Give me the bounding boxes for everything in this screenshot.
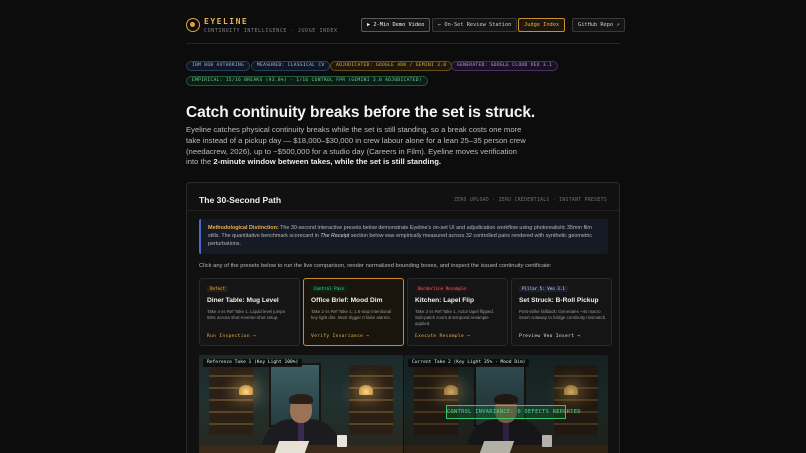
bookshelf bbox=[554, 365, 598, 435]
mug bbox=[542, 435, 552, 447]
bookshelf bbox=[349, 365, 393, 435]
card-title: Office Brief: Mood Dim bbox=[311, 297, 383, 304]
card-title: Set Struck: B-Roll Pickup bbox=[519, 297, 599, 304]
execute-resample-button[interactable]: Execute Resample → bbox=[415, 334, 470, 339]
desk-lamp bbox=[359, 385, 373, 395]
preset-card-diner[interactable]: Defect Diner Table: Mug Level Take 4 vs … bbox=[199, 278, 300, 346]
card-description: Take 4 vs Ref Take 1. Liquid level jumps… bbox=[207, 309, 286, 320]
card-tag-borderline: Borderline Resample bbox=[415, 286, 469, 292]
panel-meta: ZERO UPLOAD · ZERO CREDENTIALS · INSTANT… bbox=[453, 198, 607, 203]
badge-adjudicated: ADJUDICATED: GOOGLE ADK / GEMINI 3.0 bbox=[330, 61, 453, 71]
actor-tie bbox=[298, 421, 304, 443]
bookshelf bbox=[209, 365, 253, 435]
preset-card-kitchen[interactable]: Borderline Resample Kitchen: Lapel Flip … bbox=[407, 278, 508, 346]
reference-take-viewer: Reference Take 1 (Key Light 100%) bbox=[199, 355, 403, 453]
invariance-overlay-text: CONTROL INVARIANCE: 0 DEFECTS REPORTED bbox=[447, 409, 581, 415]
office-scene-image bbox=[199, 355, 403, 453]
note-receipt-ref: The Receipt bbox=[320, 232, 350, 239]
preset-card-office[interactable]: Control Pass Office Brief: Mood Dim Take… bbox=[303, 278, 404, 346]
bookshelf bbox=[414, 365, 458, 435]
header-divider bbox=[186, 43, 620, 44]
note-label: Methodological Distinction: bbox=[208, 225, 279, 231]
badge-measured: MEASURED: CLASSICAL CV bbox=[251, 61, 331, 71]
preset-card-broll[interactable]: Pillar 5: Veo 3.1 Set Struck: B-Roll Pic… bbox=[511, 278, 612, 346]
demo-video-button[interactable]: ▶ 2-Min Demo Video bbox=[361, 18, 431, 32]
panel-title: The 30-Second Path bbox=[199, 195, 282, 205]
card-tag-pillar: Pillar 5: Veo 3.1 bbox=[519, 286, 568, 292]
card-description: Post-strike fallback: Generates ~4s macr… bbox=[519, 309, 607, 320]
preset-instructions: Click any of the presets below to run th… bbox=[199, 263, 552, 269]
lead-emphasis: 2-minute window between takes, while the… bbox=[213, 157, 442, 167]
mug bbox=[337, 435, 347, 447]
hero-lead: Eyeline catches physical continuity brea… bbox=[186, 125, 526, 168]
card-description: Take 3 vs Ref Take 1. Actor lapel flippe… bbox=[415, 309, 494, 326]
judge-index-link[interactable]: Judge Index bbox=[518, 18, 566, 32]
thirty-second-path-panel: The 30-Second Path ZERO UPLOAD · ZERO CR… bbox=[186, 182, 620, 453]
review-station-link[interactable]: ← On-Set Review Station bbox=[432, 18, 518, 32]
verify-invariance-button[interactable]: Verify Invariance → bbox=[311, 334, 369, 339]
methodology-note: Methodological Distinction: The 30-secon… bbox=[199, 219, 608, 254]
badge-empirical: EMPIRICAL: 15/16 BREAKS (93.8%) · 1/16 C… bbox=[186, 76, 428, 86]
card-description: Take 2 vs Ref Take 1. 1.5-stop intention… bbox=[311, 309, 392, 320]
run-inspection-button[interactable]: Run Inspection → bbox=[207, 334, 256, 339]
document bbox=[274, 441, 310, 453]
brand-tagline: CONTINUITY INTELLIGENCE · JUDGE INDEX bbox=[204, 28, 338, 34]
reference-take-label: Reference Take 1 (Key Light 100%) bbox=[203, 359, 303, 367]
desk-lamp bbox=[239, 385, 253, 395]
office-scene-image bbox=[404, 355, 608, 453]
card-title: Diner Table: Mug Level bbox=[207, 297, 279, 304]
github-repo-link[interactable]: GitHub Repo ↗ bbox=[572, 18, 626, 32]
card-tag-control: Control Pass bbox=[311, 286, 348, 292]
eye-logo-icon bbox=[186, 18, 200, 32]
invariance-overlay-box: CONTROL INVARIANCE: 0 DEFECTS REPORTED bbox=[446, 405, 581, 419]
page-title: Catch continuity breaks before the set i… bbox=[186, 104, 536, 121]
badge-ibm-bob: IBM BOB AUTHORING bbox=[186, 61, 251, 71]
current-take-viewer: Current Take 2 (Key Light 35% · Mood Dim… bbox=[404, 355, 608, 453]
desk-lamp bbox=[564, 385, 578, 395]
app-header: EYELINE CONTINUITY INTELLIGENCE · JUDGE … bbox=[186, 16, 626, 42]
panel-divider bbox=[187, 210, 619, 211]
actor-hair bbox=[289, 394, 313, 404]
badge-generated: GENERATED: GOOGLE CLOUD VEO 3.1 bbox=[451, 61, 559, 71]
card-tag-defect: Defect bbox=[207, 286, 229, 292]
actor-hair bbox=[494, 394, 518, 404]
document bbox=[479, 441, 515, 453]
actor-tie bbox=[503, 421, 509, 443]
brand-name: EYELINE bbox=[204, 17, 249, 26]
card-title: Kitchen: Lapel Flip bbox=[415, 297, 474, 304]
current-take-label: Current Take 2 (Key Light 35% · Mood Dim… bbox=[408, 359, 530, 367]
desk-lamp bbox=[444, 385, 458, 395]
preview-veo-insert-button[interactable]: Preview Veo Insert → bbox=[519, 334, 580, 339]
